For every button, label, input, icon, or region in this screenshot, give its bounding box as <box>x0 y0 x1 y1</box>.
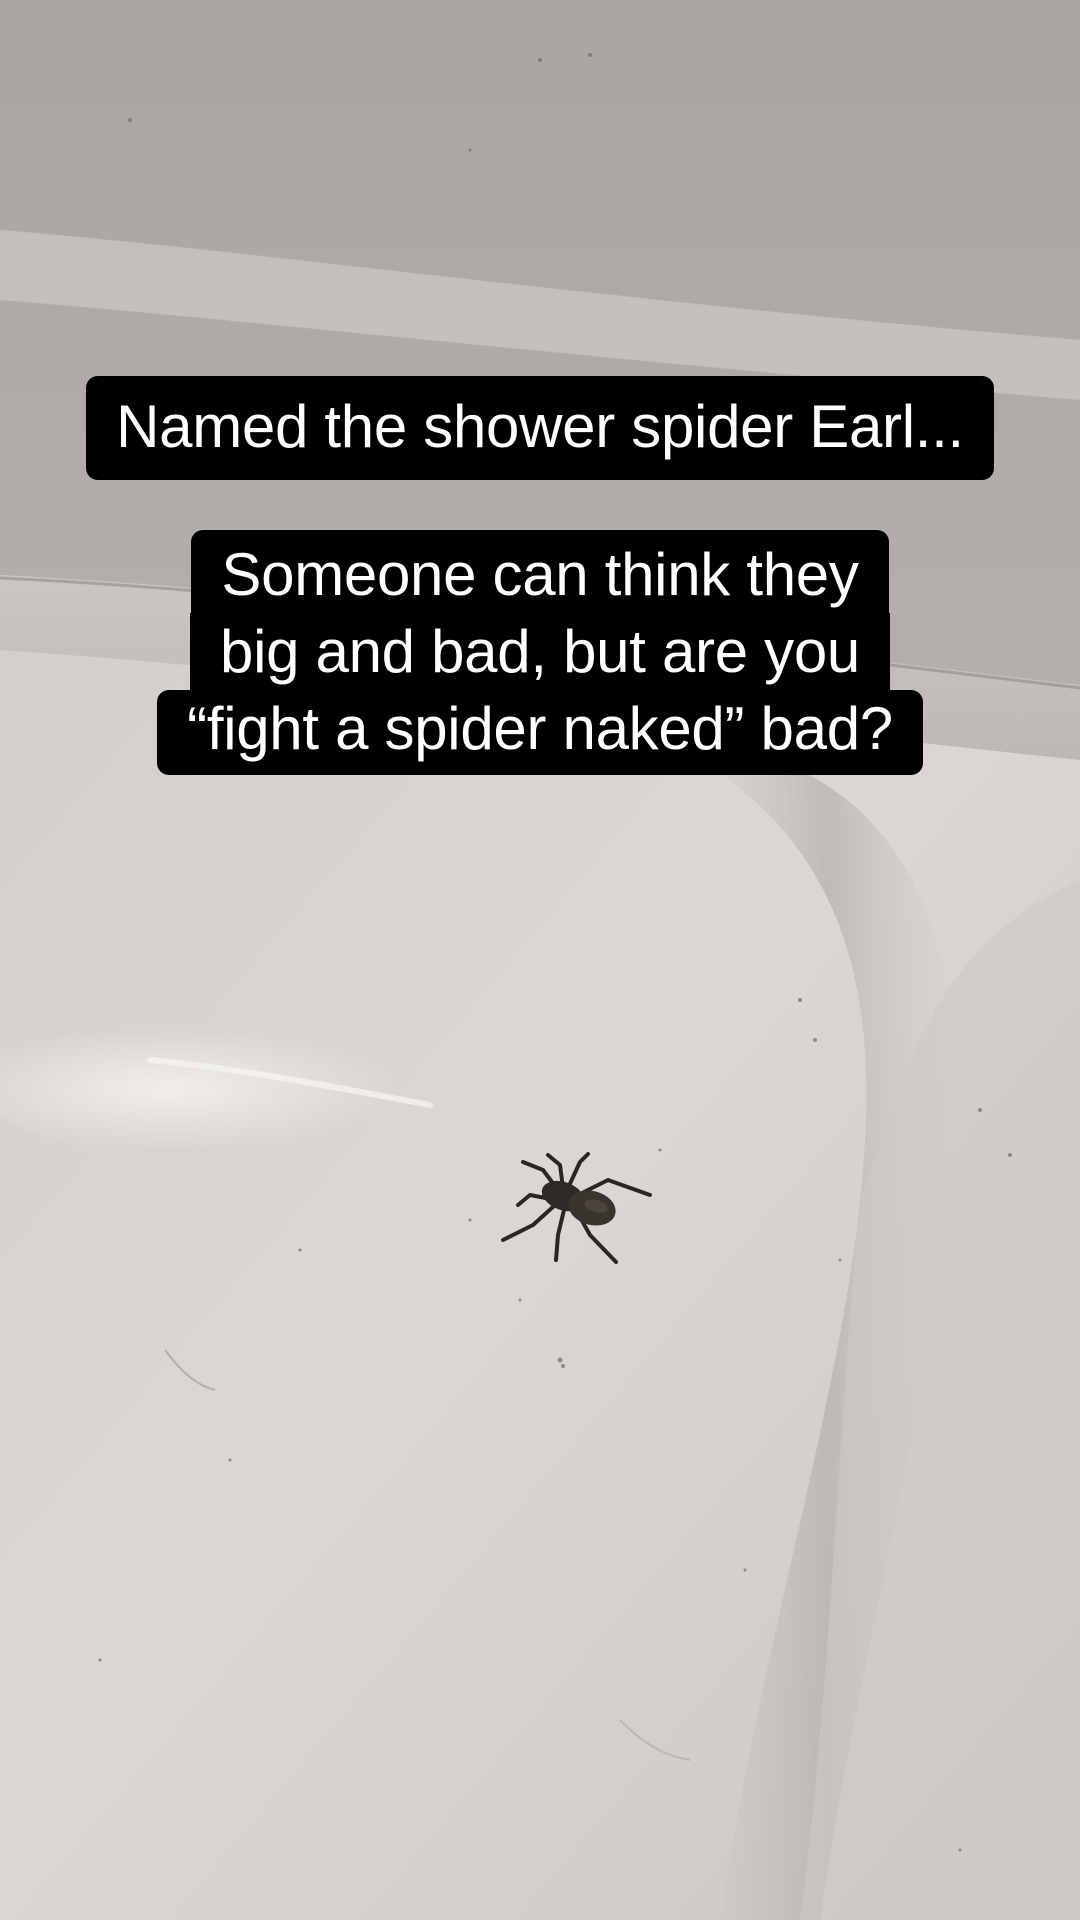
photo-frame: Named the shower spider Earl... Someone … <box>0 0 1080 1920</box>
bathtub-photo <box>0 0 1080 1920</box>
